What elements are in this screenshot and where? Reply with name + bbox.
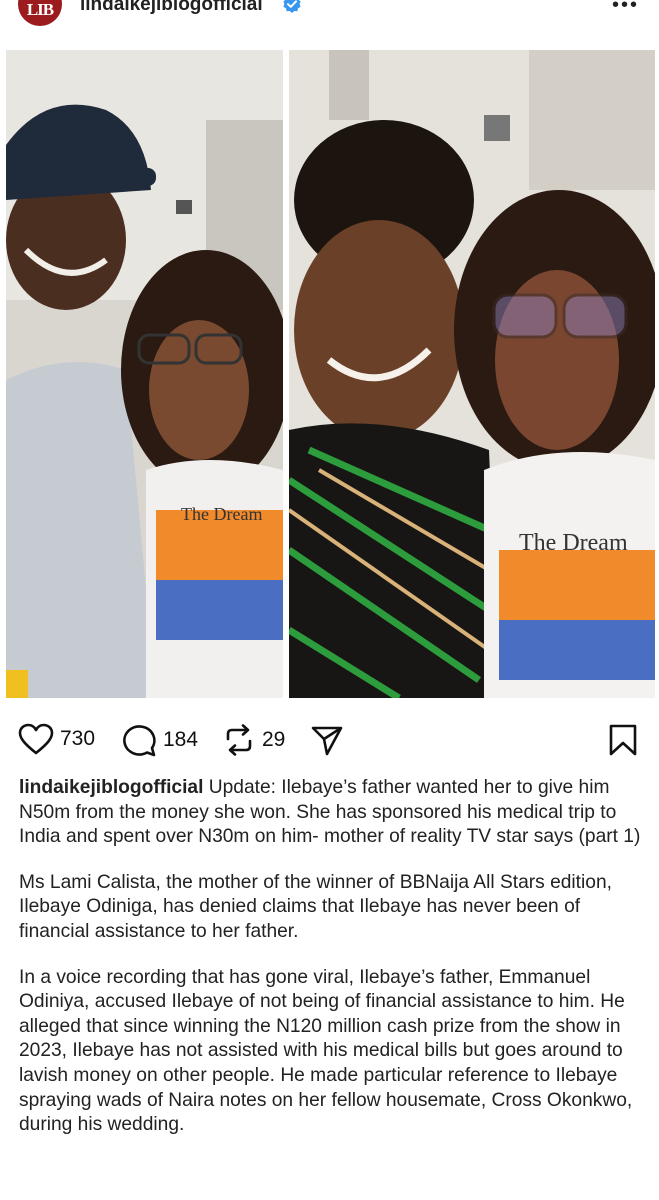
- comment-icon: [123, 725, 156, 757]
- caption-headline: lindaikejiblogofficial Update: Ilebaye’s…: [19, 776, 647, 850]
- save-button[interactable]: [608, 723, 638, 757]
- bookmark-icon: [609, 724, 637, 756]
- avatar[interactable]: LIB: [18, 0, 62, 26]
- comment-button[interactable]: 184: [121, 723, 198, 757]
- caption-paragraph-2: In a voice recording that has gone viral…: [19, 966, 633, 1136]
- username[interactable]: lindaikejiblogofficial: [80, 0, 263, 16]
- post-caption: lindaikejiblogofficial Update: Ilebaye’s…: [19, 776, 647, 1159]
- repost-icon: [226, 724, 252, 756]
- post-header: LIB lindaikejiblogofficial •••: [0, 0, 659, 30]
- caption-paragraph-1: Ms Lami Calista, the mother of the winne…: [19, 871, 612, 942]
- heart-icon: [18, 723, 54, 755]
- repost-button[interactable]: 29: [222, 723, 285, 757]
- more-options-icon[interactable]: •••: [612, 0, 639, 17]
- post-photo-left[interactable]: The Dream: [6, 50, 283, 698]
- comment-count: 184: [163, 728, 199, 751]
- like-button[interactable]: 730: [18, 723, 95, 755]
- photo-left-image: The Dream: [6, 50, 283, 698]
- like-count: 730: [60, 727, 96, 750]
- post-photo-right[interactable]: The Dream: [289, 50, 655, 698]
- repost-count: 29: [262, 728, 286, 751]
- shirt-print-text-right: The Dream: [519, 530, 628, 556]
- photo-right-image: The Dream: [289, 50, 655, 698]
- verified-badge-icon: [283, 0, 301, 13]
- share-icon: [311, 726, 343, 756]
- share-button[interactable]: [310, 723, 344, 757]
- caption-author[interactable]: lindaikejiblogofficial: [19, 777, 203, 798]
- shirt-print-text-left: The Dream: [181, 504, 262, 524]
- action-bar: 730 184 29: [0, 715, 659, 761]
